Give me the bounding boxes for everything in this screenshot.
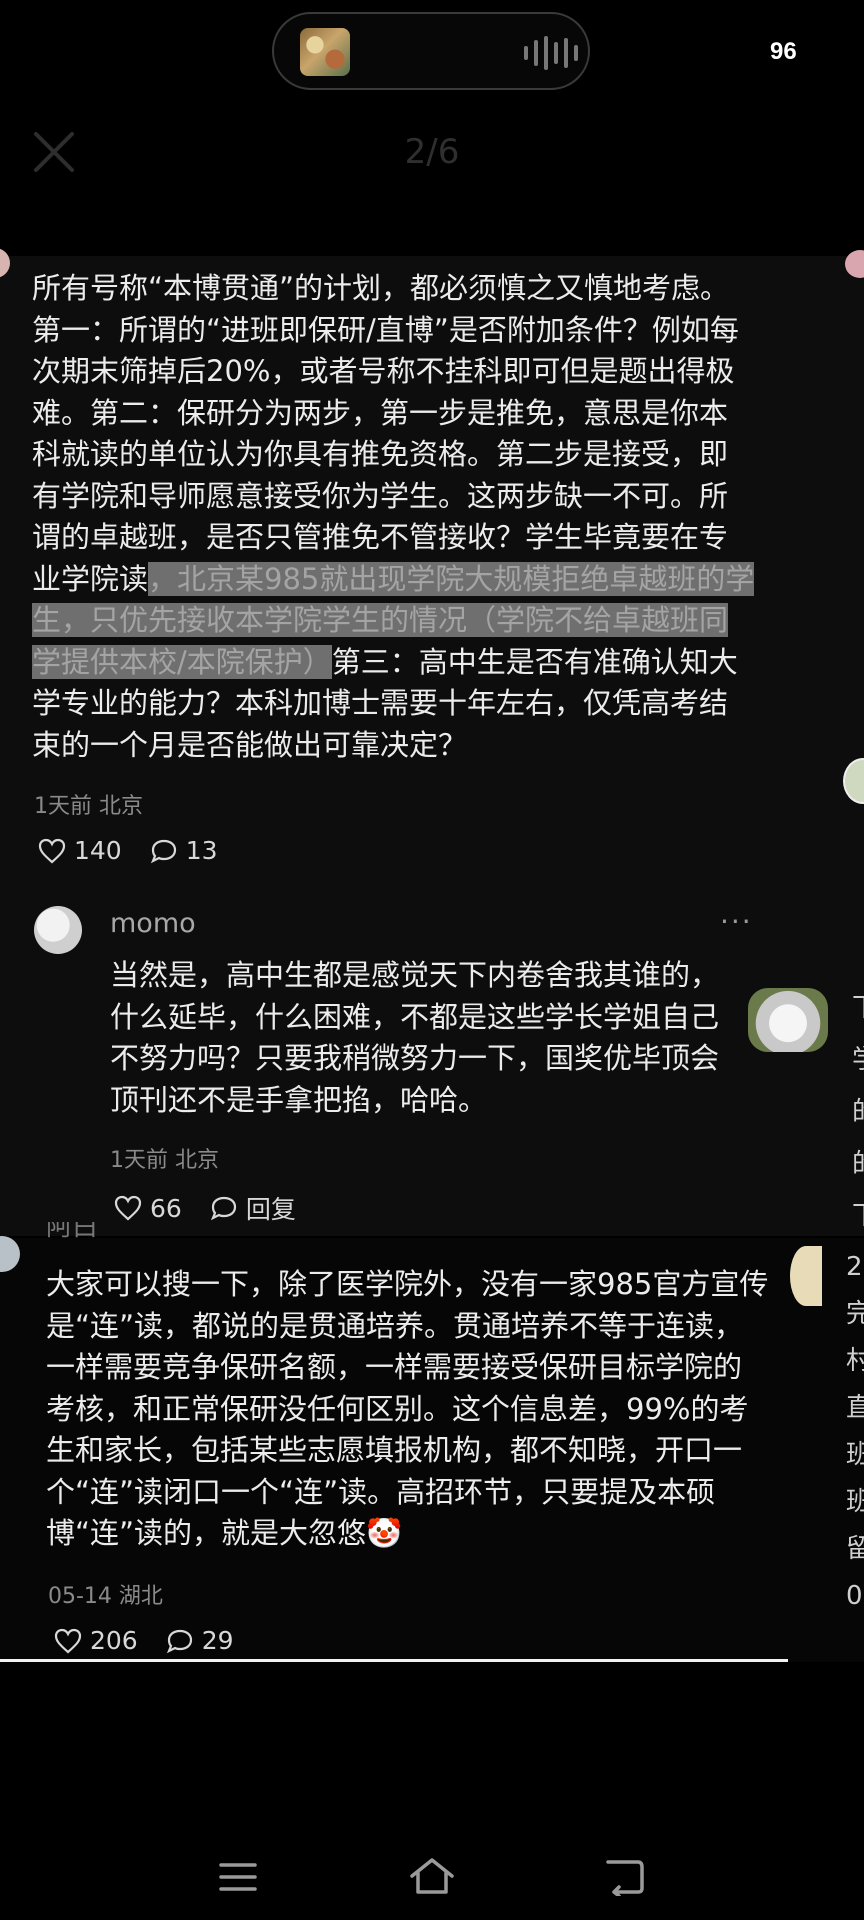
audio-wave-icon <box>524 36 578 70</box>
comment-text: 所有号称“本博贯通”的计划，都必须慎之又慎地考虑。第一：所谓的“进班即保研/直博… <box>32 271 755 762</box>
comment-actions: 140 13 <box>38 836 246 865</box>
comment-count: 29 <box>201 1626 234 1655</box>
like-button[interactable]: 206 <box>54 1626 138 1655</box>
comment-actions: 206 29 <box>54 1626 262 1655</box>
back-icon[interactable] <box>604 1858 646 1896</box>
edge-text-fragment: 下学的的下 <box>852 982 864 1242</box>
comment-meta: 1天前 北京 <box>34 794 143 819</box>
heart-icon <box>54 1628 82 1653</box>
reply-label: 回复 <box>245 1195 296 1224</box>
heart-icon <box>38 838 66 863</box>
edge-avatar <box>790 1246 822 1306</box>
home-icon[interactable] <box>408 1856 456 1896</box>
battery-level: 96 <box>770 38 797 65</box>
comment-bubble-icon <box>166 1629 192 1653</box>
like-button[interactable]: 66 <box>114 1194 182 1223</box>
menu-icon[interactable] <box>218 1862 258 1892</box>
more-options-icon[interactable]: ··· <box>720 905 753 938</box>
heart-icon <box>114 1195 142 1221</box>
comment-text: 大家可以搜一下，除了医学院外，没有一家985官方宣传是“连”读，都说的是贯通培养… <box>46 1267 769 1550</box>
audio-pill[interactable] <box>272 12 590 90</box>
cat-avatar <box>748 988 828 1052</box>
edge-text-fragment: 2完村直班班留0 <box>846 1252 864 1611</box>
like-button[interactable]: 140 <box>38 836 122 865</box>
like-count: 140 <box>74 836 122 865</box>
reply-username[interactable]: momo <box>110 908 196 939</box>
reply-actions: 66 回复 <box>114 1190 324 1226</box>
page-counter: 2/6 <box>404 132 460 172</box>
reply-meta: 1天前 北京 <box>110 1148 219 1173</box>
navigation-bar <box>0 1800 864 1920</box>
comment-button[interactable]: 13 <box>150 836 218 865</box>
like-count: 66 <box>150 1193 182 1223</box>
comment-bubble-icon <box>210 1196 236 1221</box>
comment-username-partial: 阿白 <box>46 1222 99 1242</box>
image-progress-line <box>0 1659 788 1662</box>
comment-bubble-icon <box>150 839 176 863</box>
reply-button[interactable]: 回复 <box>210 1190 296 1226</box>
comment-meta: 05-14 湖北 <box>48 1584 163 1609</box>
like-count: 206 <box>90 1626 138 1655</box>
album-thumbnail <box>300 28 350 76</box>
reply-text: 当然是，高中生都是感觉天下内卷舍我其谁的，什么延毕，什么困难，不都是这些学长学姐… <box>110 958 720 1117</box>
comment-button[interactable]: 29 <box>166 1626 234 1655</box>
clown-emoji: 🤡 <box>366 1516 403 1550</box>
comment-count: 13 <box>185 836 218 865</box>
avatar[interactable] <box>34 906 82 954</box>
